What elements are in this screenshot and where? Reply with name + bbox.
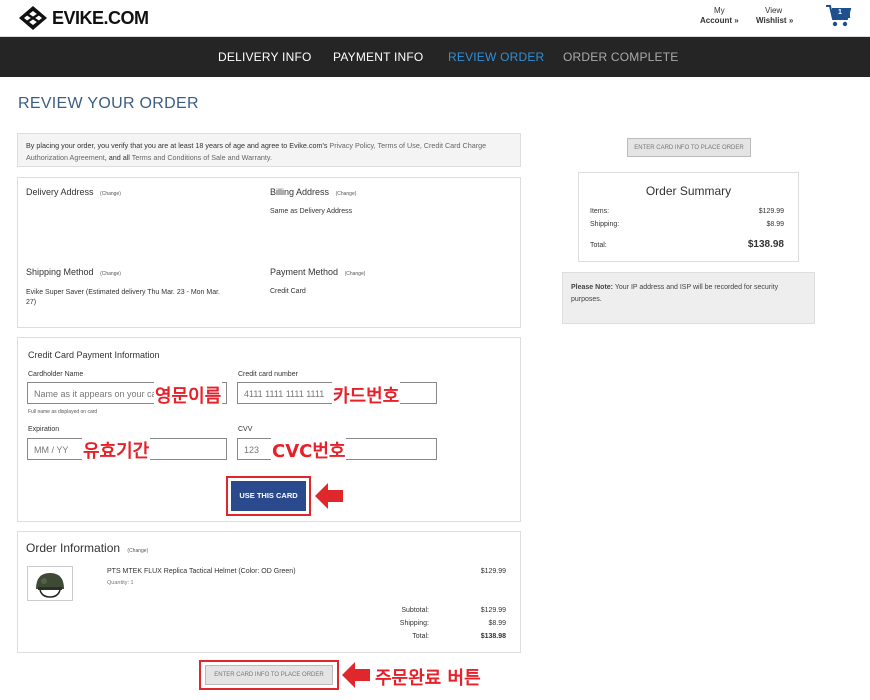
summary-total-value: $138.98 xyxy=(747,239,784,250)
total-value: $138.98 xyxy=(480,633,506,640)
annotation-card-number: 카드번호 xyxy=(332,382,401,408)
agreement-text: By placing your order, you verify that y… xyxy=(26,140,486,164)
step-review-order[interactable]: REVIEW ORDER xyxy=(448,50,544,64)
use-this-card-button[interactable]: USE THIS CARD xyxy=(231,481,306,511)
annotation-place-order: 주문완료 버튼 xyxy=(375,668,481,689)
change-payment-link[interactable]: (Change) xyxy=(345,271,366,277)
card-form-title: Credit Card Payment Information xyxy=(28,350,160,360)
subtotal-label: Subtotal: xyxy=(401,607,429,614)
billing-address-label: Billing Address xyxy=(270,187,330,197)
page-title: REVIEW YOUR ORDER xyxy=(18,95,199,112)
annotation-cvc: CVC번호 xyxy=(271,437,347,463)
place-order-button-bottom[interactable]: ENTER CARD INFO TO PLACE ORDER xyxy=(205,665,333,685)
logo-mark-icon xyxy=(19,6,47,30)
wishlist-bottom: Wishlist » xyxy=(756,16,794,25)
payment-method-title: Payment Method (Change) xyxy=(270,267,365,277)
authorization-link[interactable]: Authorization Agreement xyxy=(26,153,105,162)
summary-items-label: Items: xyxy=(590,208,610,215)
agreement-text-2: , and all xyxy=(104,153,132,162)
order-summary-title: Order Summary xyxy=(645,184,732,198)
order-info-label: Order Information xyxy=(26,541,121,555)
expiration-label: Expiration xyxy=(28,426,60,433)
change-shipping-link[interactable]: (Change) xyxy=(100,271,121,277)
change-billing-link[interactable]: (Change) xyxy=(336,191,357,197)
shipping-value: $8.99 xyxy=(488,620,506,627)
order-summary-box: Order Summary Items: $129.99 Shipping: $… xyxy=(578,172,799,262)
policy-links[interactable]: Privacy Policy, Terms of Use, Credit Car… xyxy=(329,141,486,150)
my-account-bottom: Account » xyxy=(700,16,739,25)
step-order-complete: ORDER COMPLETE xyxy=(563,50,679,64)
security-note: Please Note: Your IP address and ISP wil… xyxy=(571,282,809,306)
checkout-steps-nav: DELIVERY INFO PAYMENT INFO REVIEW ORDER … xyxy=(0,37,870,77)
cvv-label: CVV xyxy=(238,426,253,433)
item-quantity: Quantity: 1 xyxy=(107,580,134,586)
shipping-method-value-1: Evike Super Saver (Estimated delivery Th… xyxy=(26,289,221,296)
total-label: Total: xyxy=(412,633,429,640)
address-box: Delivery Address (Change) Billing Addres… xyxy=(17,177,521,328)
place-order-button-top[interactable]: ENTER CARD INFO TO PLACE ORDER xyxy=(627,138,751,157)
evike-logo[interactable]: EVIKE.COM xyxy=(18,5,149,31)
annotation-expiration: 유효기간 xyxy=(82,437,151,463)
helmet-icon xyxy=(36,573,64,598)
cardholder-name-hint: Full name as displayed on card xyxy=(28,409,98,415)
note-text-1: Your IP address and ISP will be recorded… xyxy=(613,284,779,291)
logo-text: EVIKE.COM xyxy=(52,7,149,28)
note-text-2: purposes. xyxy=(571,296,602,303)
payment-method-label: Payment Method xyxy=(270,267,339,277)
shipping-label: Shipping: xyxy=(399,620,429,627)
billing-address-title: Billing Address (Change) xyxy=(270,187,356,197)
annotation-name: 영문이름 xyxy=(154,382,223,408)
shipping-method-title: Shipping Method (Change) xyxy=(26,267,121,277)
billing-address-value: Same as Delivery Address xyxy=(270,208,353,215)
summary-items-value: $129.99 xyxy=(758,208,784,215)
summary-shipping-value: $8.99 xyxy=(766,221,784,228)
shipping-method-value: Evike Super Saver (Estimated delivery Th… xyxy=(26,288,220,308)
security-note-box: Please Note: Your IP address and ISP wil… xyxy=(562,272,815,324)
site-header: EVIKE.COM My Account » View Wishlist » 1 xyxy=(0,0,870,37)
step-delivery-info[interactable]: DELIVERY INFO xyxy=(218,50,312,64)
cart-icon xyxy=(826,5,852,27)
card-number-label: Credit card number xyxy=(238,371,298,378)
item-price: $129.99 xyxy=(480,568,506,575)
my-account-top: My xyxy=(714,6,725,15)
change-order-link[interactable]: (Change) xyxy=(127,548,148,554)
summary-total-label: Total: xyxy=(590,242,607,249)
arrow-left-icon-2 xyxy=(342,662,370,688)
step-payment-info[interactable]: PAYMENT INFO xyxy=(333,50,423,64)
terms-link[interactable]: Terms and Conditions of Sale and Warrant… xyxy=(132,153,272,162)
item-name[interactable]: PTS MTEK FLUX Replica Tactical Helmet (C… xyxy=(107,568,296,575)
delivery-address-label: Delivery Address xyxy=(26,187,94,197)
shipping-method-value-2: 27) xyxy=(26,299,37,306)
note-label: Please Note: xyxy=(571,284,614,291)
delivery-address-title: Delivery Address (Change) xyxy=(26,187,121,197)
shipping-method-label: Shipping Method xyxy=(26,267,94,277)
cart-button[interactable]: 1 xyxy=(826,4,852,28)
order-information-box: Order Information (Change) PTS MTEK FLUX… xyxy=(17,531,521,653)
subtotal-value: $129.99 xyxy=(480,607,506,614)
summary-shipping-label: Shipping: xyxy=(590,221,620,228)
view-wishlist-link[interactable]: View Wishlist » xyxy=(756,6,793,26)
product-thumbnail[interactable] xyxy=(27,566,73,601)
arrow-left-icon xyxy=(315,483,343,509)
my-account-link[interactable]: My Account » xyxy=(700,6,739,26)
order-info-title: Order Information (Change) xyxy=(26,541,148,555)
agreement-text-1: By placing your order, you verify that y… xyxy=(26,141,330,150)
change-delivery-link[interactable]: (Change) xyxy=(100,191,121,197)
wishlist-top: View xyxy=(765,6,783,15)
cart-count: 1 xyxy=(838,9,842,16)
cardholder-name-label: Cardholder Name xyxy=(28,371,84,378)
payment-method-value: Credit Card xyxy=(270,288,306,295)
agreement-box: By placing your order, you verify that y… xyxy=(17,133,521,167)
